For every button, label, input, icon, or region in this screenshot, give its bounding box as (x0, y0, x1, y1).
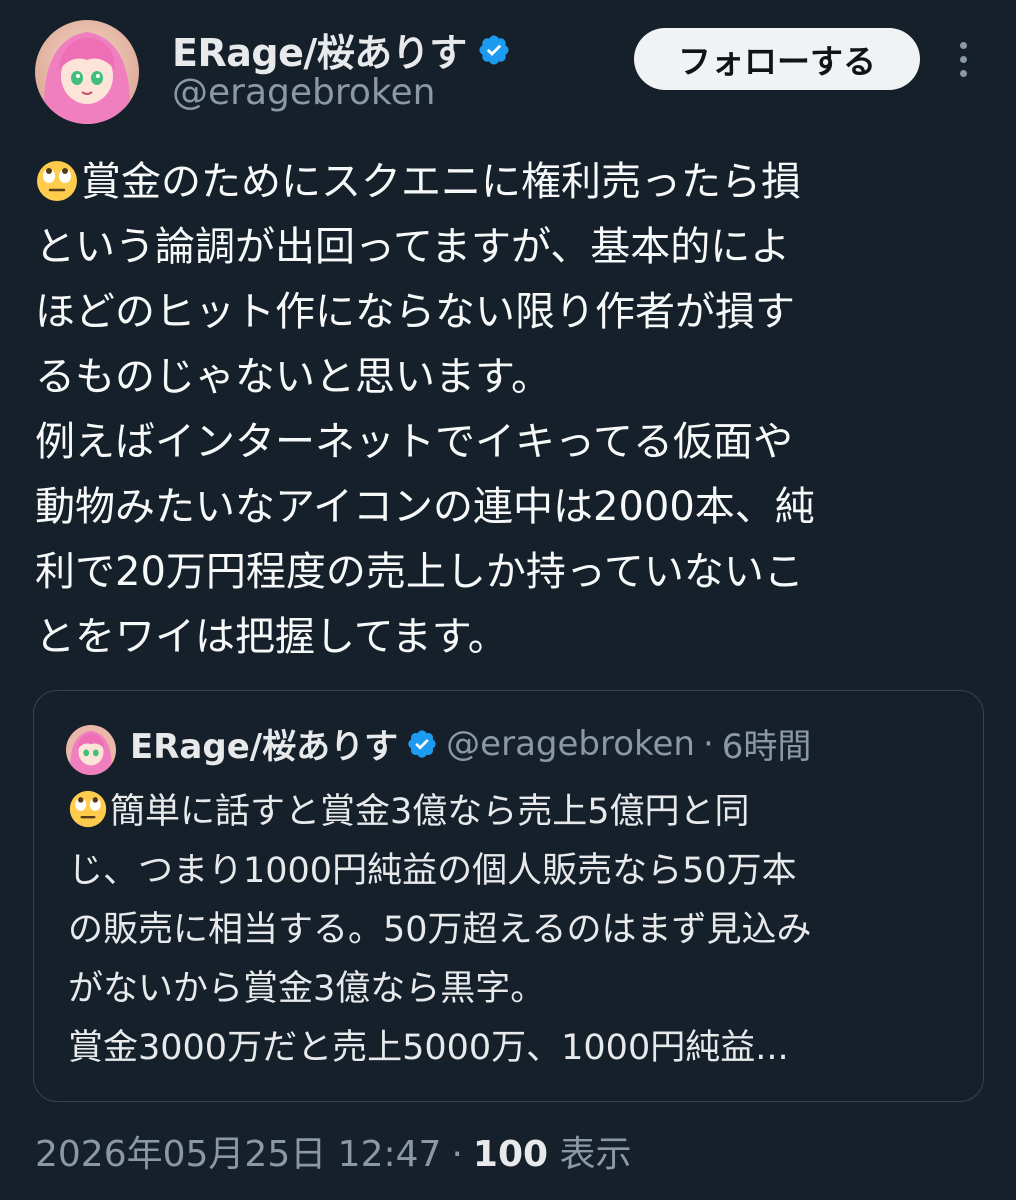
quoted-tweet-card[interactable]: ERage/桜ありす @eragebroken · 6時間 簡単に話すと賞金3億… (33, 690, 984, 1102)
follow-button[interactable]: フォローする (634, 28, 920, 90)
rolling-eyes-emoji-icon (68, 789, 108, 829)
views-label: 表示 (559, 1134, 632, 1175)
rolling-eyes-emoji-icon (35, 158, 79, 202)
separator-dot: · (451, 1134, 463, 1175)
tweet-line: とをワイは把握してます。 (35, 614, 508, 660)
tweet-timestamp[interactable]: 2026年05月25日 12:47 (35, 1125, 441, 1177)
tweet-meta: 2026年05月25日 12:47 · 100 表示 (35, 1125, 632, 1177)
anime-girl-avatar-icon (66, 725, 116, 775)
quoted-tweet-text: 簡単に話すと賞金3億なら売上5億円と同 じ、つまり1000円純益の個人販売なら5… (68, 783, 968, 1078)
quoted-author-display-name: ERage/桜ありす (130, 727, 399, 767)
verified-badge-icon (406, 728, 438, 760)
more-vertical-icon (960, 42, 967, 49)
author-avatar[interactable] (35, 20, 139, 124)
author-handle[interactable]: @eragebroken (172, 72, 435, 113)
quoted-tweet-line: の販売に相当する。50万超えるのはまず見込み (68, 910, 812, 950)
anime-girl-avatar-icon (35, 20, 139, 124)
views-group[interactable]: 100 表示 (473, 1125, 632, 1177)
tweet-line: 動物みたいなアイコンの連中は2000本、純 (35, 484, 815, 530)
quoted-author-handle: @eragebroken (446, 723, 695, 764)
tweet-line: ほどのヒット作にならない限り作者が損す (35, 289, 795, 335)
quoted-tweet-line: 簡単に話すと賞金3億なら売上5億円と同 (68, 783, 968, 842)
quoted-tweet-header: ERage/桜ありす @eragebroken · 6時間 (130, 719, 811, 768)
author-display-name[interactable]: ERage/桜ありす (172, 22, 467, 77)
quoted-tweet-time: 6時間 (721, 727, 812, 767)
tweet-line: 賞金のためにスクエニに権利売ったら損 (35, 150, 995, 215)
quoted-tweet-line: 賞金3000万だと売上5000万、1000円純益... (68, 1028, 789, 1068)
separator-dot: · (702, 723, 714, 764)
verified-badge-icon (477, 33, 511, 67)
tweet-line: 利で20万円程度の売上しか持っていないこ (35, 549, 804, 595)
author-name-row: ERage/桜ありす (172, 22, 511, 77)
tweet-line: という論調が出回ってますが、基本的によ (35, 224, 791, 270)
tweet-line: るものじゃないと思います。 (35, 354, 551, 400)
views-count: 100 (472, 1134, 549, 1175)
more-options-button[interactable] (944, 38, 984, 82)
quoted-tweet-line: がないから賞金3億なら黒字。 (68, 969, 546, 1009)
quoted-tweet-line: じ、つまり1000円純益の個人販売なら50万本 (68, 851, 797, 891)
tweet-text: 賞金のためにスクエニに権利売ったら損 という論調が出回ってますが、基本的によ ほ… (35, 150, 995, 670)
tweet-line: 例えばインターネットでイキってる仮面や (35, 419, 793, 465)
quoted-author-avatar[interactable] (66, 725, 116, 775)
